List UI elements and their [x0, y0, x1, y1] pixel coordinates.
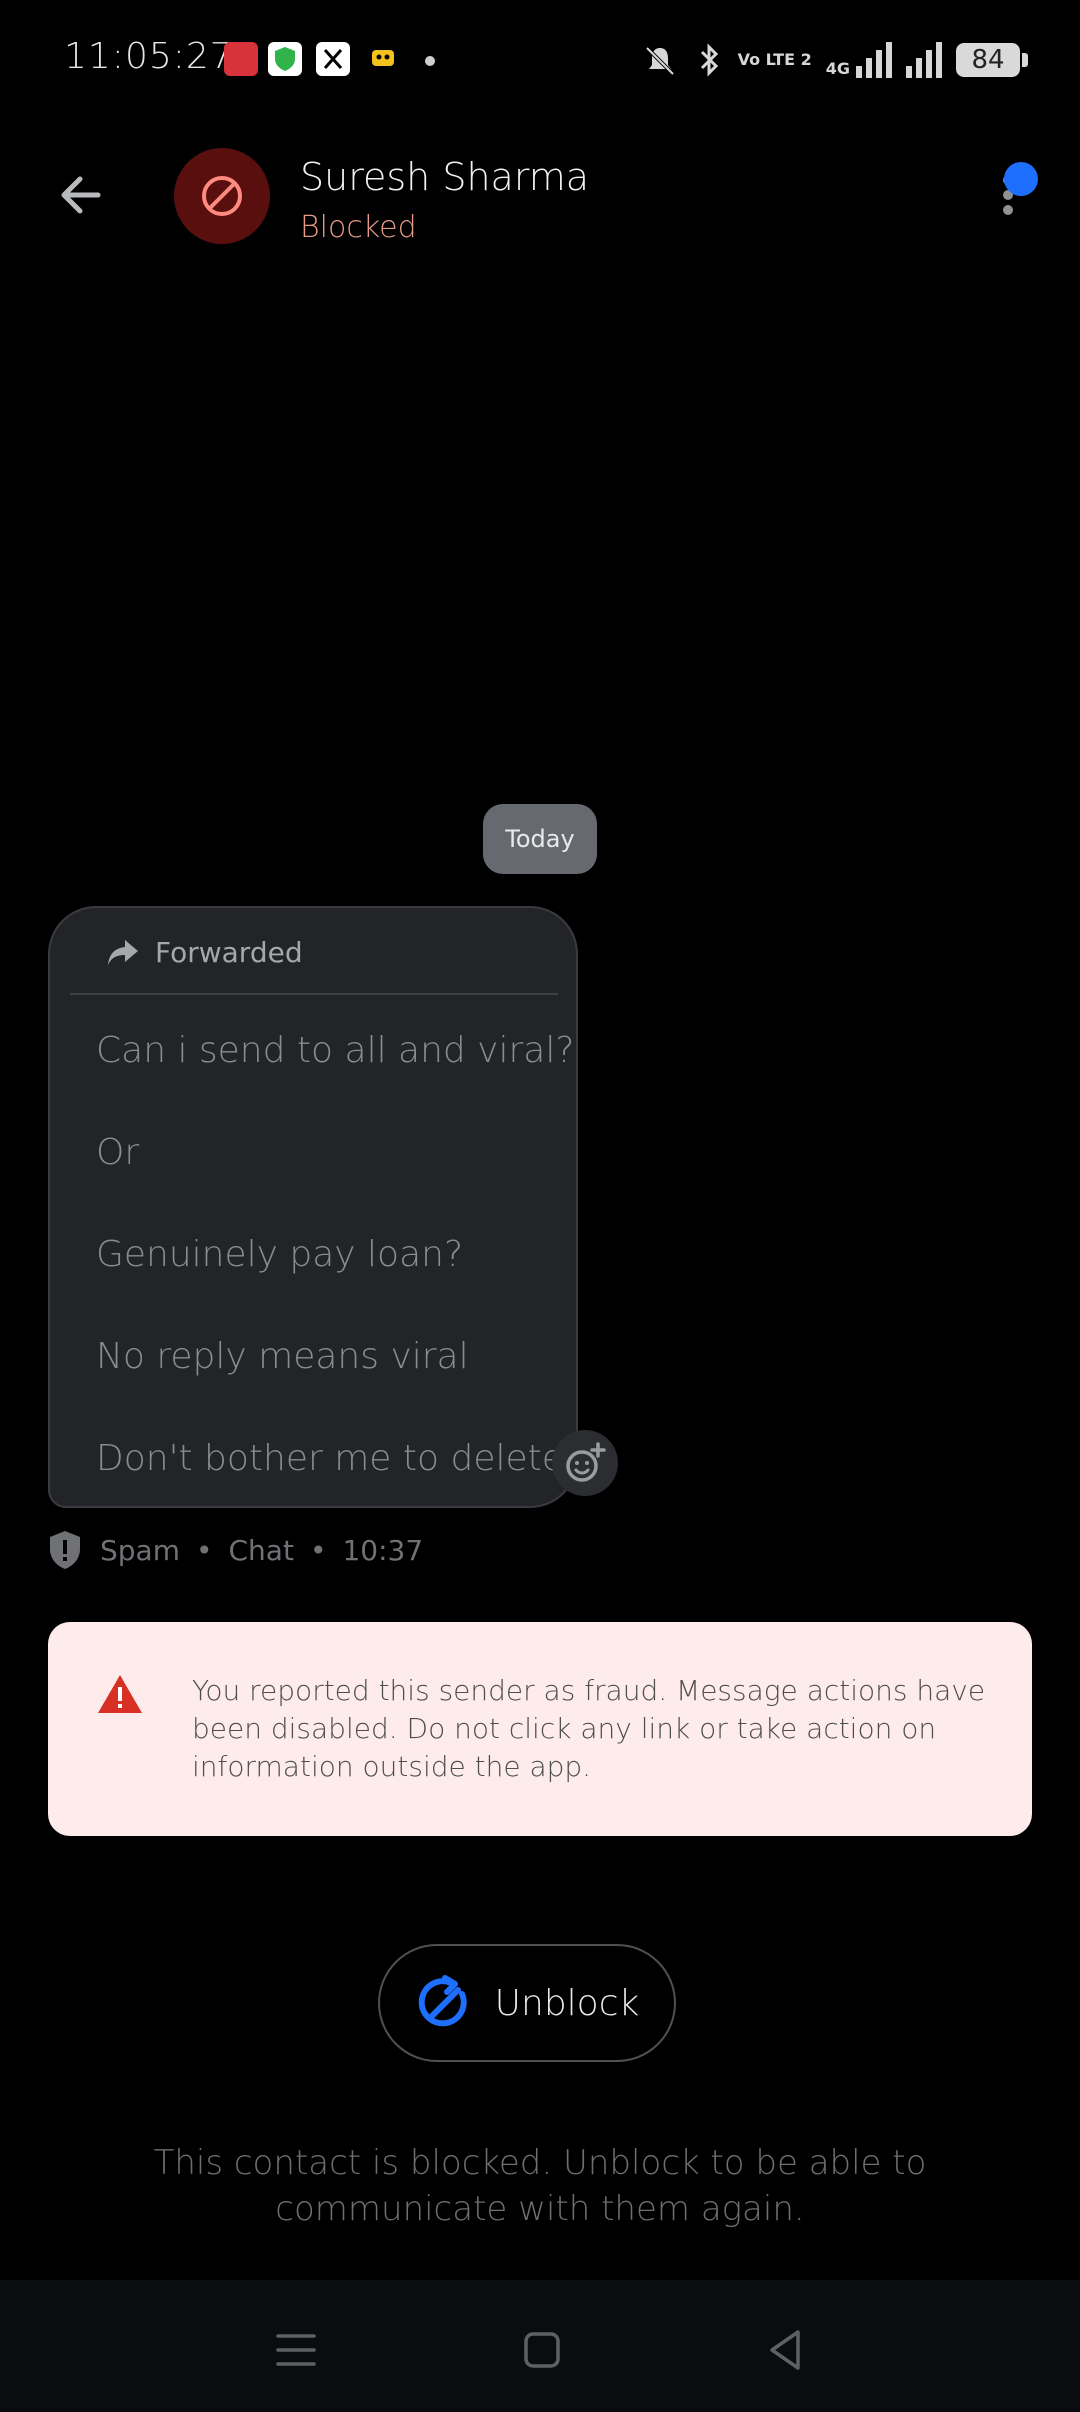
blocked-contact-note: This contact is blocked. Unblock to be a…: [153, 2143, 927, 2229]
forwarded-divider: [70, 993, 558, 995]
mask-app-icon: [366, 42, 400, 76]
mute-bell-icon: [645, 46, 674, 76]
message-line: Genuinely pay loan?: [96, 1234, 464, 1275]
forwarded-label-row: Forwarded: [105, 930, 303, 974]
notification-dot: [425, 56, 435, 66]
forward-arrow-icon: [108, 940, 138, 965]
contact-status: Blocked: [300, 210, 417, 245]
back-button[interactable]: [50, 160, 120, 230]
add-reaction-button[interactable]: [552, 1430, 618, 1496]
contact-name[interactable]: Suresh Sharma: [300, 155, 589, 199]
block-icon: [202, 176, 242, 216]
warning-triangle-icon: [96, 1672, 144, 1716]
message-line: No reply means viral: [96, 1336, 469, 1377]
square-icon: [524, 2332, 560, 2368]
message-line: Can i send to all and viral?: [96, 1030, 575, 1071]
message-category: Spam: [100, 1533, 180, 1567]
signal-2-icon: [906, 42, 942, 78]
shield-app-icon: [268, 42, 302, 76]
warning-text: You reported this sender as fraud. Messa…: [192, 1674, 986, 1783]
add-reaction-icon: [566, 1442, 606, 1482]
arrow-left-icon: [61, 176, 101, 214]
notes-app-icon: [224, 42, 258, 76]
shield-icon: [50, 1531, 80, 1569]
message-meta-row: Spam • Chat • 10:37: [46, 1528, 423, 1572]
unblock-label: Unblock: [494, 1982, 640, 2024]
meta-separator: •: [195, 1533, 213, 1567]
signal-1-icon: 4G: [826, 42, 892, 78]
message-line: Don't bother me to delete: [96, 1438, 564, 1479]
unblock-icon: [418, 1975, 467, 2027]
date-chip: Today: [483, 804, 597, 874]
message-time: 10:37: [342, 1533, 424, 1567]
volte-label: Vo LTE 2: [737, 50, 812, 69]
recent-apps-button[interactable]: [266, 2320, 326, 2380]
triangle-back-icon: [770, 2330, 800, 2370]
menu-lines-icon: [276, 2334, 316, 2366]
message-type: Chat: [228, 1533, 294, 1567]
status-right-icons: Vo LTE 2 4G 84: [640, 40, 1028, 80]
system-back-button[interactable]: [756, 2320, 816, 2380]
forwarded-label: Forwarded: [155, 935, 303, 969]
bluetooth-icon: [700, 43, 718, 77]
meta-separator: •: [309, 1533, 327, 1567]
network-label: 4G: [825, 59, 850, 78]
x-app-icon: [316, 42, 350, 76]
notification-badge: [1004, 162, 1038, 196]
status-time: 11:05:27: [64, 36, 234, 77]
battery-indicator: 84: [956, 43, 1028, 77]
home-button[interactable]: [512, 2320, 572, 2380]
unblock-button[interactable]: Unblock: [378, 1944, 676, 2062]
contact-avatar[interactable]: [174, 148, 270, 244]
message-bubble[interactable]: [48, 906, 578, 1508]
message-line: Or: [96, 1132, 140, 1173]
